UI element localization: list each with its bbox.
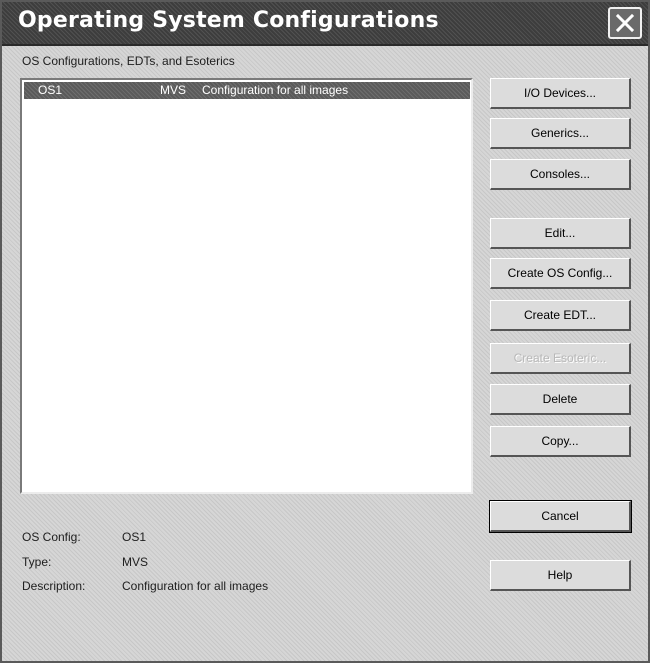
description-value: Configuration for all images xyxy=(122,579,269,593)
type-value: MVS xyxy=(122,555,149,569)
close-button[interactable] xyxy=(608,7,642,39)
create-edt-button[interactable]: Create EDT... xyxy=(490,300,631,331)
config-description: Configuration for all images xyxy=(202,83,349,97)
delete-button[interactable]: Delete xyxy=(490,384,631,415)
os-configurations-dialog: Operating System Configurations OS Confi… xyxy=(0,0,650,663)
list-item[interactable]: OS1 MVS Configuration for all images xyxy=(24,82,470,99)
os-config-value: OS1 xyxy=(122,530,147,544)
consoles-button[interactable]: Consoles... xyxy=(490,159,631,190)
os-config-list[interactable]: OS1 MVS Configuration for all images xyxy=(20,78,473,494)
generics-button[interactable]: Generics... xyxy=(490,118,631,149)
help-button[interactable]: Help xyxy=(490,560,631,591)
window-title: Operating System Configurations xyxy=(18,8,439,33)
close-icon xyxy=(615,13,635,33)
list-group-label: OS Configurations, EDTs, and Esoterics xyxy=(22,54,235,68)
create-esoteric-button[interactable]: Create Esoteric... xyxy=(490,343,631,374)
config-type: MVS xyxy=(160,83,187,97)
config-name: OS1 xyxy=(38,83,63,97)
type-label: Type: xyxy=(22,555,52,569)
os-config-label: OS Config: xyxy=(22,530,81,544)
title-bar[interactable]: Operating System Configurations xyxy=(2,2,648,46)
description-label: Description: xyxy=(22,579,86,593)
cancel-button[interactable]: Cancel xyxy=(489,500,632,533)
copy-button[interactable]: Copy... xyxy=(490,426,631,457)
create-os-config-button[interactable]: Create OS Config... xyxy=(490,258,631,289)
edit-button[interactable]: Edit... xyxy=(490,218,631,249)
io-devices-button[interactable]: I/O Devices... xyxy=(490,78,631,109)
